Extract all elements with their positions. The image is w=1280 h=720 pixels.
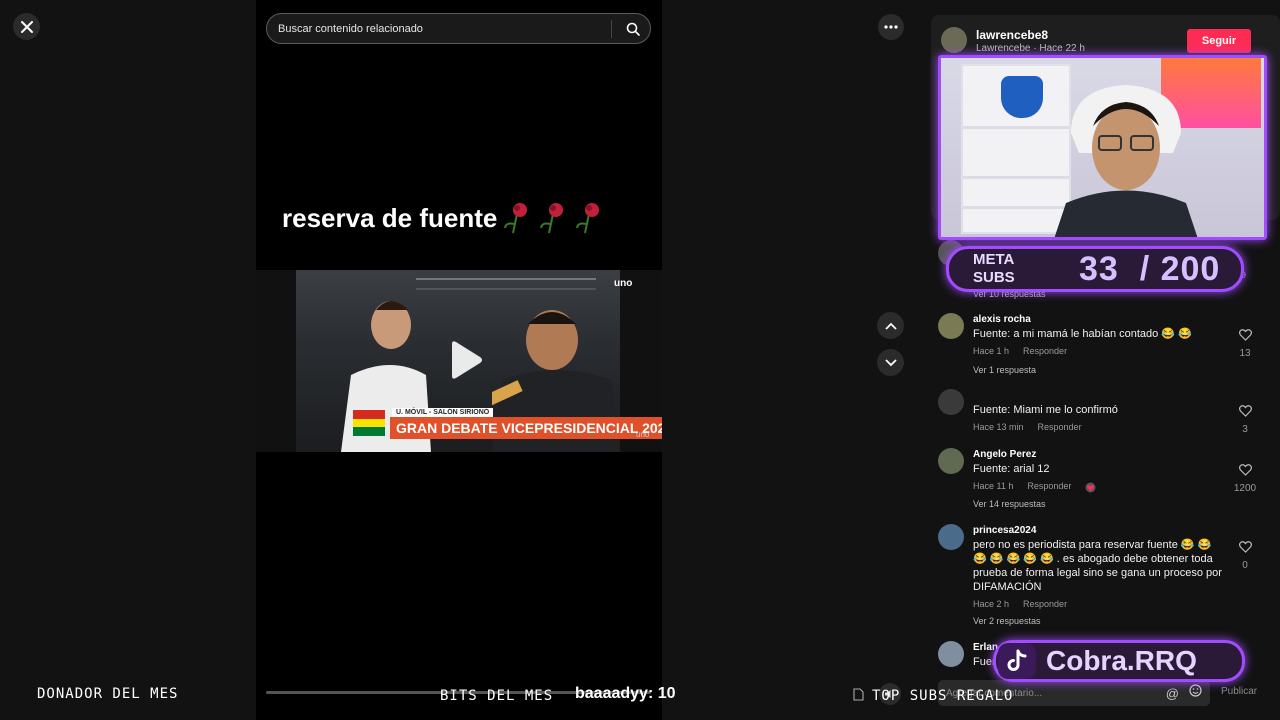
tiktok-handle-overlay: Cobra.RRQ (993, 640, 1245, 682)
top-gift-subs-label: TOP SUBS REGALO (872, 688, 1014, 704)
bits-of-month-value: baaaadyy: 10 (575, 685, 676, 702)
search-bar (266, 13, 651, 44)
heart-icon (1238, 541, 1252, 553)
comment-time: Hace 1 h (973, 346, 1010, 356)
caption-text: reserva de fuente (282, 202, 498, 233)
mention-icon[interactable]: @ (1166, 686, 1179, 701)
comment-author[interactable]: alexis rocha (973, 314, 1031, 325)
close-button[interactable] (13, 13, 40, 40)
reply-button[interactable]: Responder (1023, 599, 1067, 609)
search-icon[interactable] (620, 16, 646, 42)
like-count: 1200 (1233, 483, 1257, 494)
search-divider (611, 19, 612, 38)
debate-banner: GRAN DEBATE VICEPRESIDENCIAL 2025 (390, 417, 662, 439)
creator-liked-icon (1085, 482, 1096, 493)
comment-text: pero no es periodista para reservar fuen… (973, 539, 1222, 593)
author-name[interactable]: lawrencebe8 (976, 28, 1048, 42)
comment-meta: Hace 2 h Responder (973, 599, 1067, 609)
comment-time: Hace 13 min (973, 422, 1024, 432)
wilted-rose-icon (504, 203, 528, 234)
bits-of-month-label: BITS DEL MES (440, 688, 554, 704)
comment-meta: Hace 13 min Responder (973, 422, 1082, 432)
streamer-figure (1054, 85, 1198, 237)
like-count: 0 (1242, 560, 1248, 571)
comment-author[interactable]: princesa2024 (973, 525, 1036, 536)
comment-avatar[interactable] (938, 641, 964, 667)
comment-author[interactable]: Angelo Perez (973, 449, 1036, 460)
close-icon (20, 20, 33, 33)
comment-avatar[interactable] (938, 448, 964, 474)
wilted-rose-icon (540, 203, 564, 234)
chevron-down-icon (884, 358, 897, 366)
author-avatar[interactable] (941, 27, 967, 53)
view-replies-link[interactable]: Ver 2 respuestas (973, 616, 1041, 626)
search-input[interactable] (278, 22, 611, 35)
play-icon[interactable] (444, 340, 484, 380)
sub-goal-label-line1: META (973, 251, 1015, 268)
comment-time: Hace 2 h (973, 599, 1010, 609)
next-video-button[interactable] (877, 349, 904, 376)
stage-truss (416, 278, 596, 290)
donor-of-month-label: DONADOR DEL MES (37, 686, 179, 702)
comment-meta: Hace 1 h Responder (973, 346, 1067, 356)
previous-video-button[interactable] (877, 312, 904, 339)
view-replies-link[interactable]: Ver 14 respuestas (973, 499, 1046, 509)
app-screen: reserva de fuente uno U. MÓVIL - SALÓN S… (0, 0, 1280, 720)
video-caption: reserva de fuente (282, 202, 605, 234)
emoji-icon[interactable] (1189, 684, 1202, 702)
more-options-button[interactable] (878, 14, 904, 40)
like-button[interactable]: 0 (1233, 541, 1257, 573)
reply-button[interactable]: Responder (1027, 481, 1071, 491)
comment-avatar[interactable] (938, 389, 964, 415)
channel-logo: uno (614, 278, 633, 289)
follow-button[interactable]: Seguir (1187, 29, 1251, 53)
sub-goal-value: 33 / 200 (1079, 249, 1221, 288)
comment-avatar[interactable] (938, 524, 964, 550)
heart-icon (1238, 464, 1252, 476)
heart-icon (1238, 329, 1252, 341)
like-button[interactable]: 13 (1233, 329, 1257, 361)
rose-emojis (503, 202, 605, 234)
ellipsis-icon (884, 25, 898, 29)
wilted-rose-icon (576, 203, 600, 234)
sub-goal-label: META SUBS (973, 251, 1053, 287)
club-badge (1001, 76, 1043, 118)
chevron-up-icon (884, 322, 897, 330)
comment-meta: Hace 11 h Responder (973, 481, 1071, 491)
heart-icon (1238, 405, 1252, 417)
comment-text: Fuente: a mi mamá le habían contado 😂 😂 (973, 328, 1192, 340)
publish-button[interactable]: Publicar (1221, 686, 1257, 697)
webcam-overlay (938, 55, 1267, 240)
comment-avatar[interactable] (938, 313, 964, 339)
sub-goal-overlay: META SUBS 33 / 200 (946, 246, 1244, 292)
embedded-video[interactable]: uno U. MÓVIL - SALÓN SIRIONÓ GRAN DEBATE… (256, 270, 662, 452)
like-count: 13 (1239, 348, 1251, 359)
comment-text: Fuente: arial 12 (973, 463, 1050, 475)
report-icon[interactable] (847, 683, 869, 705)
channel-logo-corner: uno (636, 430, 650, 439)
comment-text: Fuente: Miami me lo confirmó (973, 404, 1118, 416)
comment-time: Hace 11 h (973, 481, 1014, 491)
tiktok-icon (998, 643, 1036, 679)
like-button[interactable]: 3 (1233, 405, 1257, 437)
location-banner: U. MÓVIL - SALÓN SIRIONÓ (392, 408, 494, 417)
reply-button[interactable]: Responder (1023, 346, 1067, 356)
reply-button[interactable]: Responder (1038, 422, 1082, 432)
bolivia-flag (353, 410, 385, 437)
sub-goal-label-line2: SUBS (973, 269, 1015, 286)
like-count: 3 (1242, 424, 1248, 435)
like-button[interactable]: 1200 (1232, 464, 1258, 496)
author-subtitle: Lawrencebe · Hace 22 h (976, 43, 1085, 54)
view-replies-link[interactable]: Ver 1 respuesta (973, 365, 1036, 375)
tiktok-handle: Cobra.RRQ (1046, 645, 1197, 676)
